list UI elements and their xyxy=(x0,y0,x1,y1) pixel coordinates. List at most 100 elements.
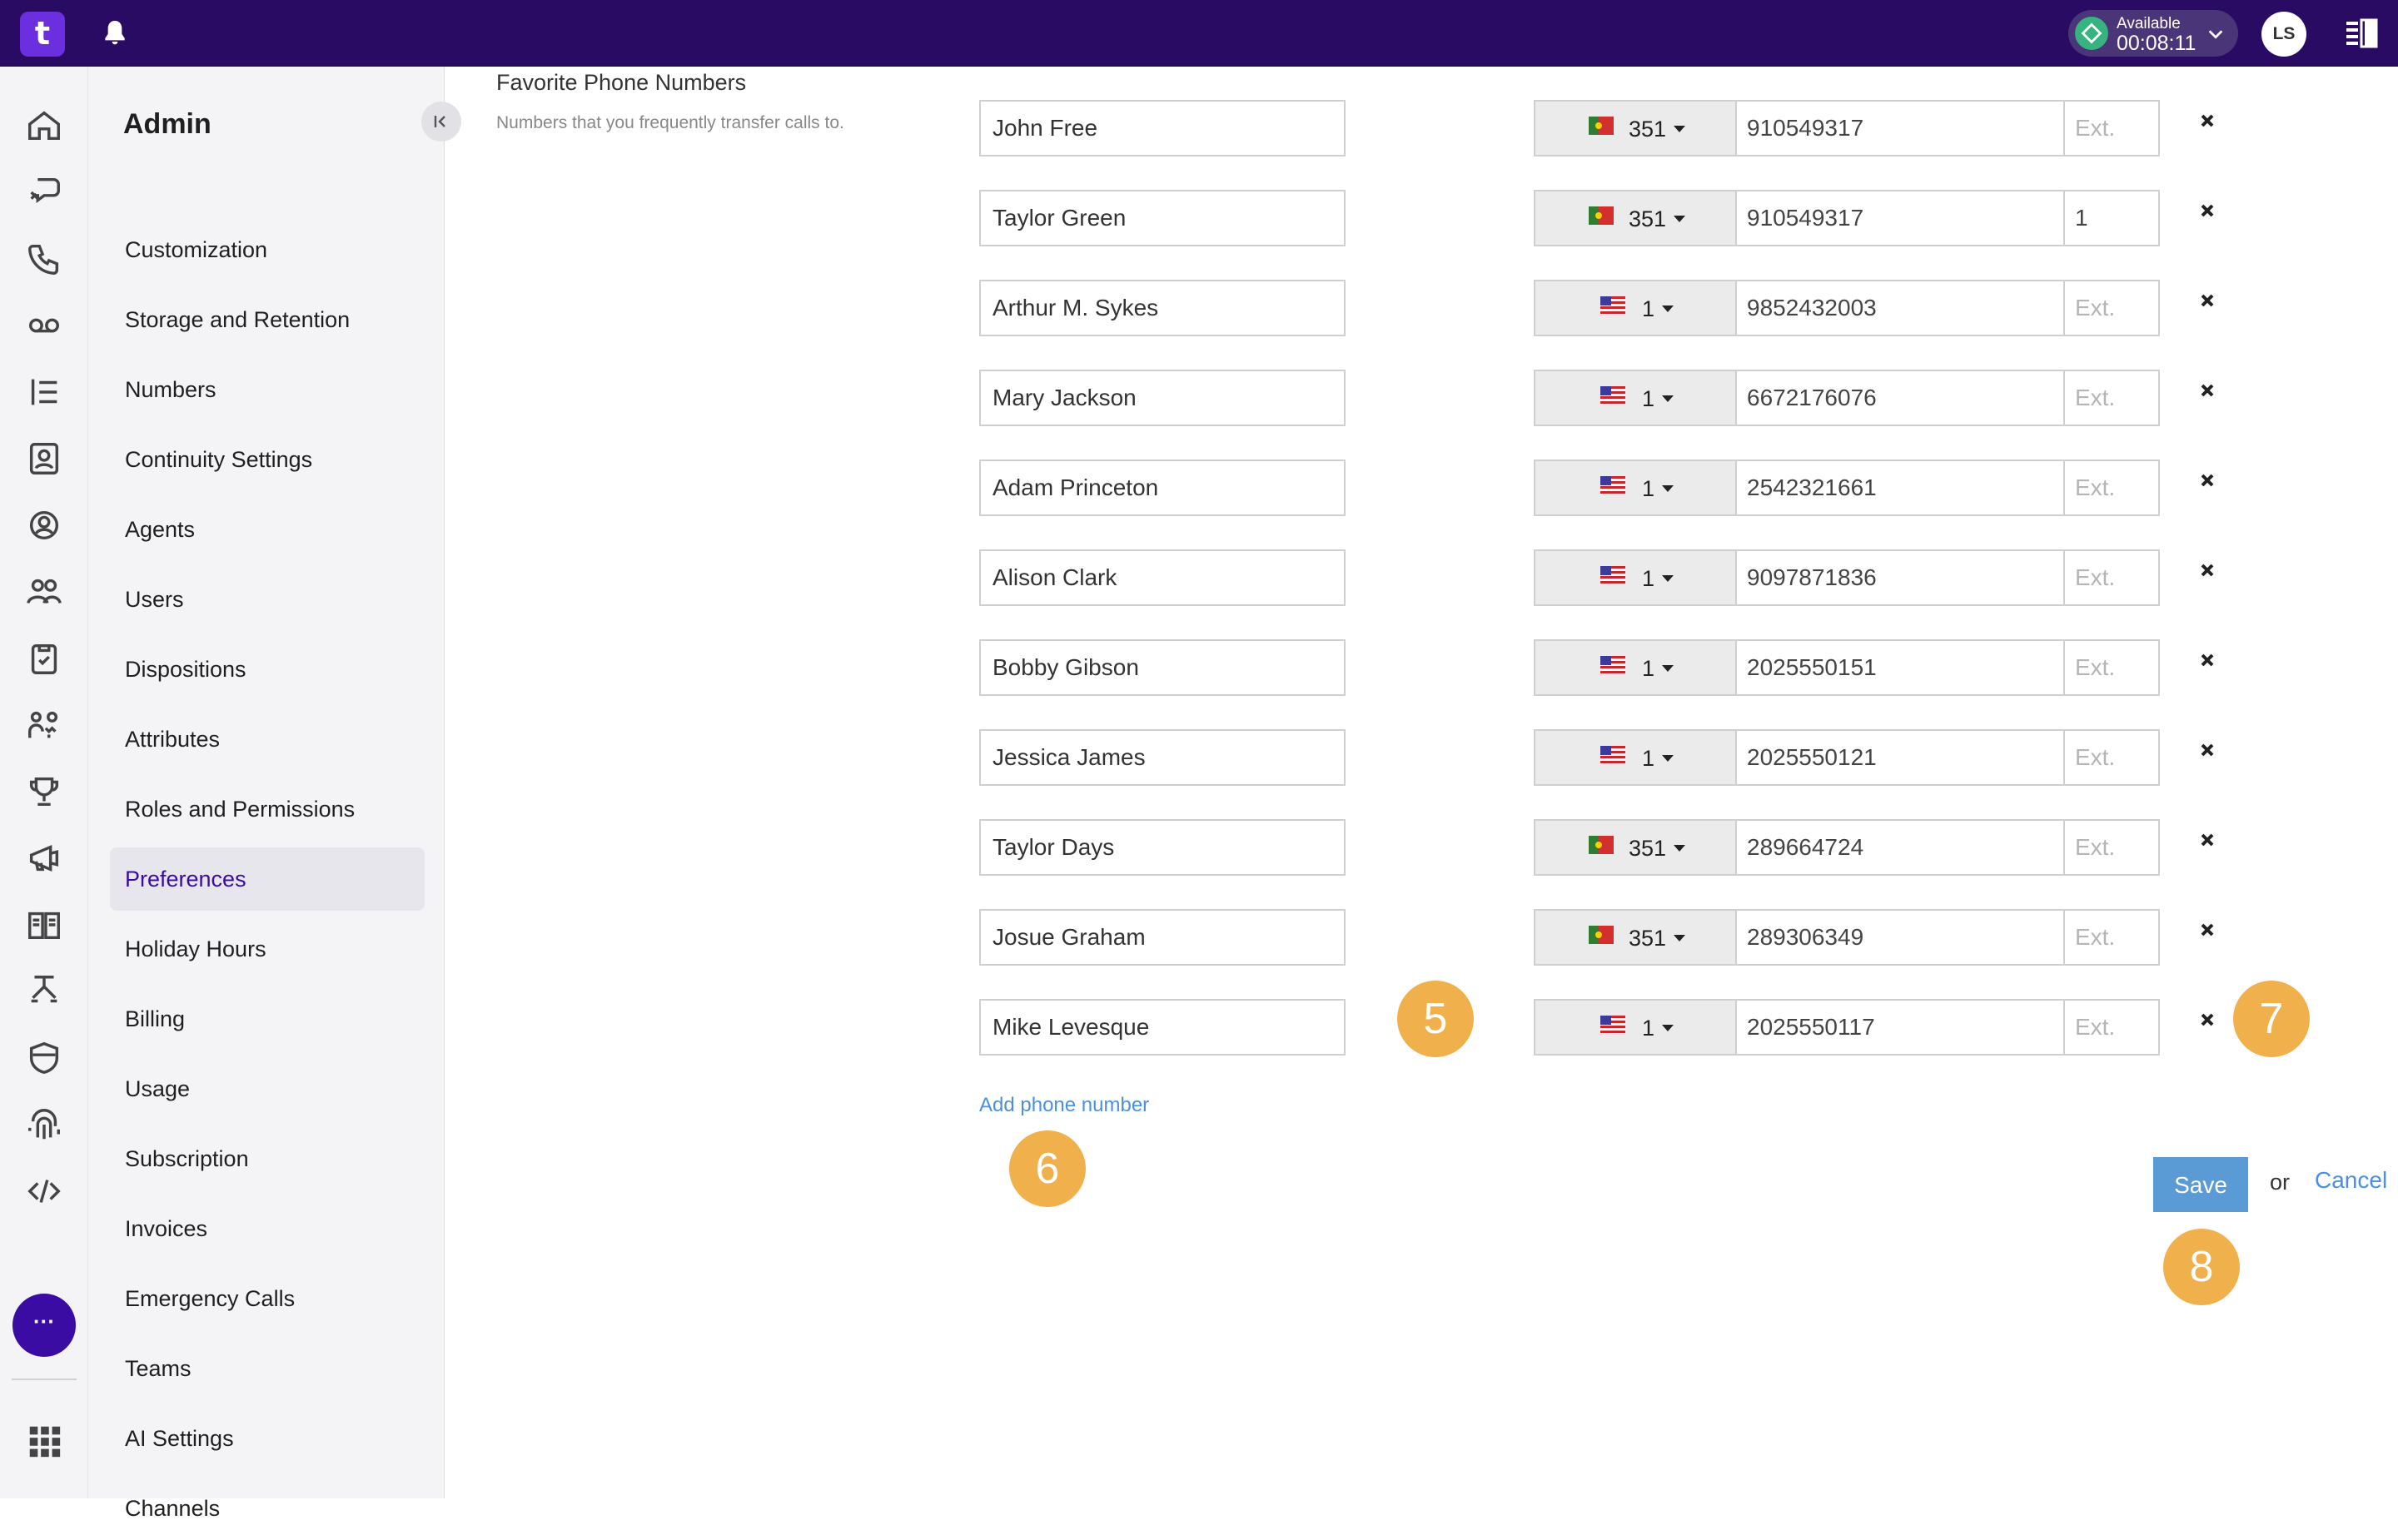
extension-input[interactable] xyxy=(2063,370,2160,426)
contact-name-input[interactable] xyxy=(979,639,1346,696)
contact-name-input[interactable] xyxy=(979,370,1346,426)
contact-name-input[interactable] xyxy=(979,280,1346,336)
sidebar-item[interactable]: Dispositions xyxy=(110,638,425,701)
trophy-icon[interactable] xyxy=(25,772,63,811)
sidebar-item[interactable]: Emergency Calls xyxy=(110,1267,425,1330)
country-code-select[interactable]: 1 xyxy=(1534,999,1737,1056)
remove-row-icon[interactable] xyxy=(2198,651,2216,669)
phone-number-input[interactable] xyxy=(1735,460,2065,516)
contact-name-input[interactable] xyxy=(979,190,1346,246)
contact-name-input[interactable] xyxy=(979,819,1346,876)
contact-name-input[interactable] xyxy=(979,909,1346,966)
sidebar-item[interactable]: Users xyxy=(110,568,425,631)
sidebar-item[interactable]: Preferences xyxy=(110,847,425,911)
country-code-select[interactable]: 351 xyxy=(1534,190,1737,246)
conversations-icon[interactable] xyxy=(25,173,63,211)
contacts-icon[interactable] xyxy=(25,440,63,478)
country-code-select[interactable]: 1 xyxy=(1534,280,1737,336)
extension-input[interactable] xyxy=(2063,639,2160,696)
phone-number-input[interactable] xyxy=(1735,909,2065,966)
sidebar-item[interactable]: Teams xyxy=(110,1337,425,1400)
add-phone-number-link[interactable]: Add phone number xyxy=(979,1094,1149,1117)
sidebar-item[interactable]: Subscription xyxy=(110,1127,425,1190)
clipboard-icon[interactable] xyxy=(25,639,63,678)
phone-number-input[interactable] xyxy=(1735,549,2065,606)
country-code-select[interactable]: 1 xyxy=(1534,639,1737,696)
campaign-icon[interactable] xyxy=(25,839,63,877)
phone-number-input[interactable] xyxy=(1735,999,2065,1056)
country-code-select[interactable]: 1 xyxy=(1534,370,1737,426)
more-icon[interactable]: ··· xyxy=(12,1294,76,1357)
sidebar-item[interactable]: Continuity Settings xyxy=(110,428,425,491)
fingerprint-icon[interactable] xyxy=(25,1105,63,1144)
sidebar-item[interactable]: Roles and Permissions xyxy=(110,777,425,841)
contact-name-input[interactable] xyxy=(979,729,1346,786)
remove-row-icon[interactable] xyxy=(2198,201,2216,220)
home-icon[interactable] xyxy=(25,107,63,145)
country-code-select[interactable]: 1 xyxy=(1534,549,1737,606)
workflow-icon[interactable] xyxy=(25,972,63,1011)
contact-name-input[interactable] xyxy=(979,999,1346,1056)
shield-icon[interactable] xyxy=(25,1039,63,1077)
remove-row-icon[interactable] xyxy=(2198,1011,2216,1029)
contact-name-input[interactable] xyxy=(979,100,1346,156)
country-code-select[interactable]: 1 xyxy=(1534,729,1737,786)
sidebar-item[interactable]: AI Settings xyxy=(110,1407,425,1470)
voicemail-icon[interactable] xyxy=(25,306,63,345)
remove-row-icon[interactable] xyxy=(2198,381,2216,400)
extension-input[interactable] xyxy=(2063,100,2160,156)
extension-input[interactable] xyxy=(2063,819,2160,876)
extension-input[interactable] xyxy=(2063,190,2160,246)
save-button[interactable]: Save xyxy=(2153,1157,2248,1212)
remove-row-icon[interactable] xyxy=(2198,112,2216,130)
contact-name-input[interactable] xyxy=(979,549,1346,606)
teams-icon[interactable] xyxy=(25,706,63,744)
remove-row-icon[interactable] xyxy=(2198,741,2216,759)
bell-icon[interactable] xyxy=(98,17,132,50)
phone-dialer-icon[interactable] xyxy=(25,240,63,278)
phone-number-input[interactable] xyxy=(1735,729,2065,786)
contact-name-input[interactable] xyxy=(979,460,1346,516)
country-code-select[interactable]: 351 xyxy=(1534,819,1737,876)
remove-row-icon[interactable] xyxy=(2198,291,2216,310)
side-panel-icon[interactable] xyxy=(2346,18,2378,52)
country-code-select[interactable]: 1 xyxy=(1534,460,1737,516)
remove-row-icon[interactable] xyxy=(2198,921,2216,939)
extension-input[interactable] xyxy=(2063,729,2160,786)
phone-number-input[interactable] xyxy=(1735,819,2065,876)
users-icon[interactable] xyxy=(25,573,63,611)
cancel-link[interactable]: Cancel xyxy=(2315,1167,2387,1194)
phone-number-input[interactable] xyxy=(1735,190,2065,246)
code-icon[interactable] xyxy=(25,1172,63,1210)
phone-number-input[interactable] xyxy=(1735,100,2065,156)
sidebar-item[interactable]: Customization xyxy=(110,218,425,281)
extension-input[interactable] xyxy=(2063,999,2160,1056)
apps-grid-icon[interactable] xyxy=(25,1422,63,1460)
app-logo[interactable]: t xyxy=(20,12,65,57)
extension-input[interactable] xyxy=(2063,460,2160,516)
list-icon[interactable] xyxy=(25,373,63,411)
sidebar-item[interactable]: Attributes xyxy=(110,708,425,771)
country-code-select[interactable]: 351 xyxy=(1534,100,1737,156)
phone-number-input[interactable] xyxy=(1735,280,2065,336)
sidebar-item[interactable]: Numbers xyxy=(110,358,425,421)
sidebar-item[interactable]: Usage xyxy=(110,1057,425,1120)
collapse-sidebar-button[interactable] xyxy=(421,102,461,142)
extension-input[interactable] xyxy=(2063,909,2160,966)
sidebar-item[interactable]: Invoices xyxy=(110,1197,425,1260)
knowledge-base-icon[interactable] xyxy=(25,906,63,944)
remove-row-icon[interactable] xyxy=(2198,471,2216,489)
country-code-select[interactable]: 351 xyxy=(1534,909,1737,966)
extension-input[interactable] xyxy=(2063,280,2160,336)
agent-icon[interactable] xyxy=(25,506,63,544)
chevron-down-icon[interactable] xyxy=(2206,25,2225,47)
remove-row-icon[interactable] xyxy=(2198,561,2216,579)
avatar[interactable]: LS xyxy=(2261,12,2306,57)
sidebar-item[interactable]: Billing xyxy=(110,987,425,1051)
sidebar-item[interactable]: Holiday Hours xyxy=(110,917,425,981)
phone-number-input[interactable] xyxy=(1735,370,2065,426)
extension-input[interactable] xyxy=(2063,549,2160,606)
sidebar-item[interactable]: Channels xyxy=(110,1477,425,1540)
phone-number-input[interactable] xyxy=(1735,639,2065,696)
sidebar-item[interactable]: Storage and Retention xyxy=(110,288,425,351)
